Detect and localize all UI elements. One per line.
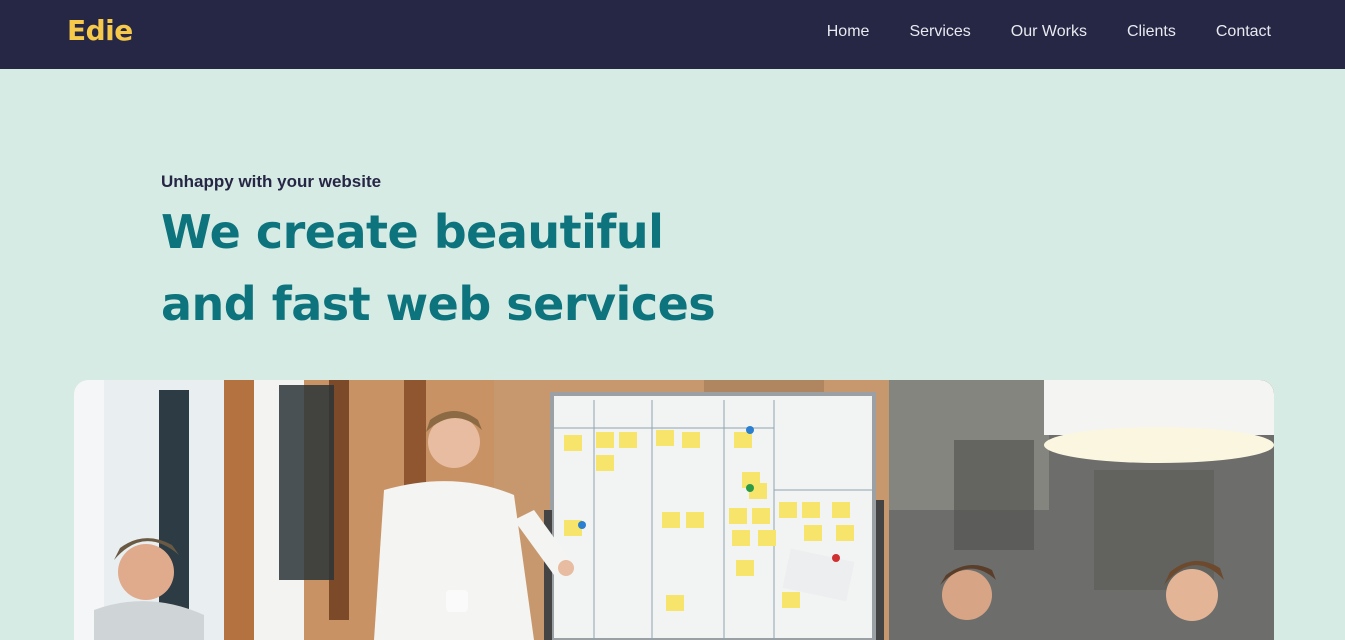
hero-title-line-2: and fast web services	[161, 277, 716, 331]
logo[interactable]: Edie	[67, 14, 133, 47]
main-nav: Home Services Our Works Clients Contact	[827, 23, 1271, 41]
hero-title: We create beautiful and fast web service…	[161, 196, 716, 340]
hero-title-line-1: We create beautiful	[161, 205, 664, 259]
team-meeting-photo	[74, 380, 1274, 640]
nav-link-services[interactable]: Services	[909, 23, 970, 41]
hero-image	[74, 380, 1274, 640]
navbar: Edie Home Services Our Works Clients Con…	[0, 0, 1345, 69]
nav-link-clients[interactable]: Clients	[1127, 23, 1176, 41]
hero-kicker: Unhappy with your website	[161, 172, 382, 191]
nav-link-contact[interactable]: Contact	[1216, 23, 1271, 41]
nav-link-home[interactable]: Home	[827, 23, 870, 41]
nav-link-our-works[interactable]: Our Works	[1011, 23, 1087, 41]
